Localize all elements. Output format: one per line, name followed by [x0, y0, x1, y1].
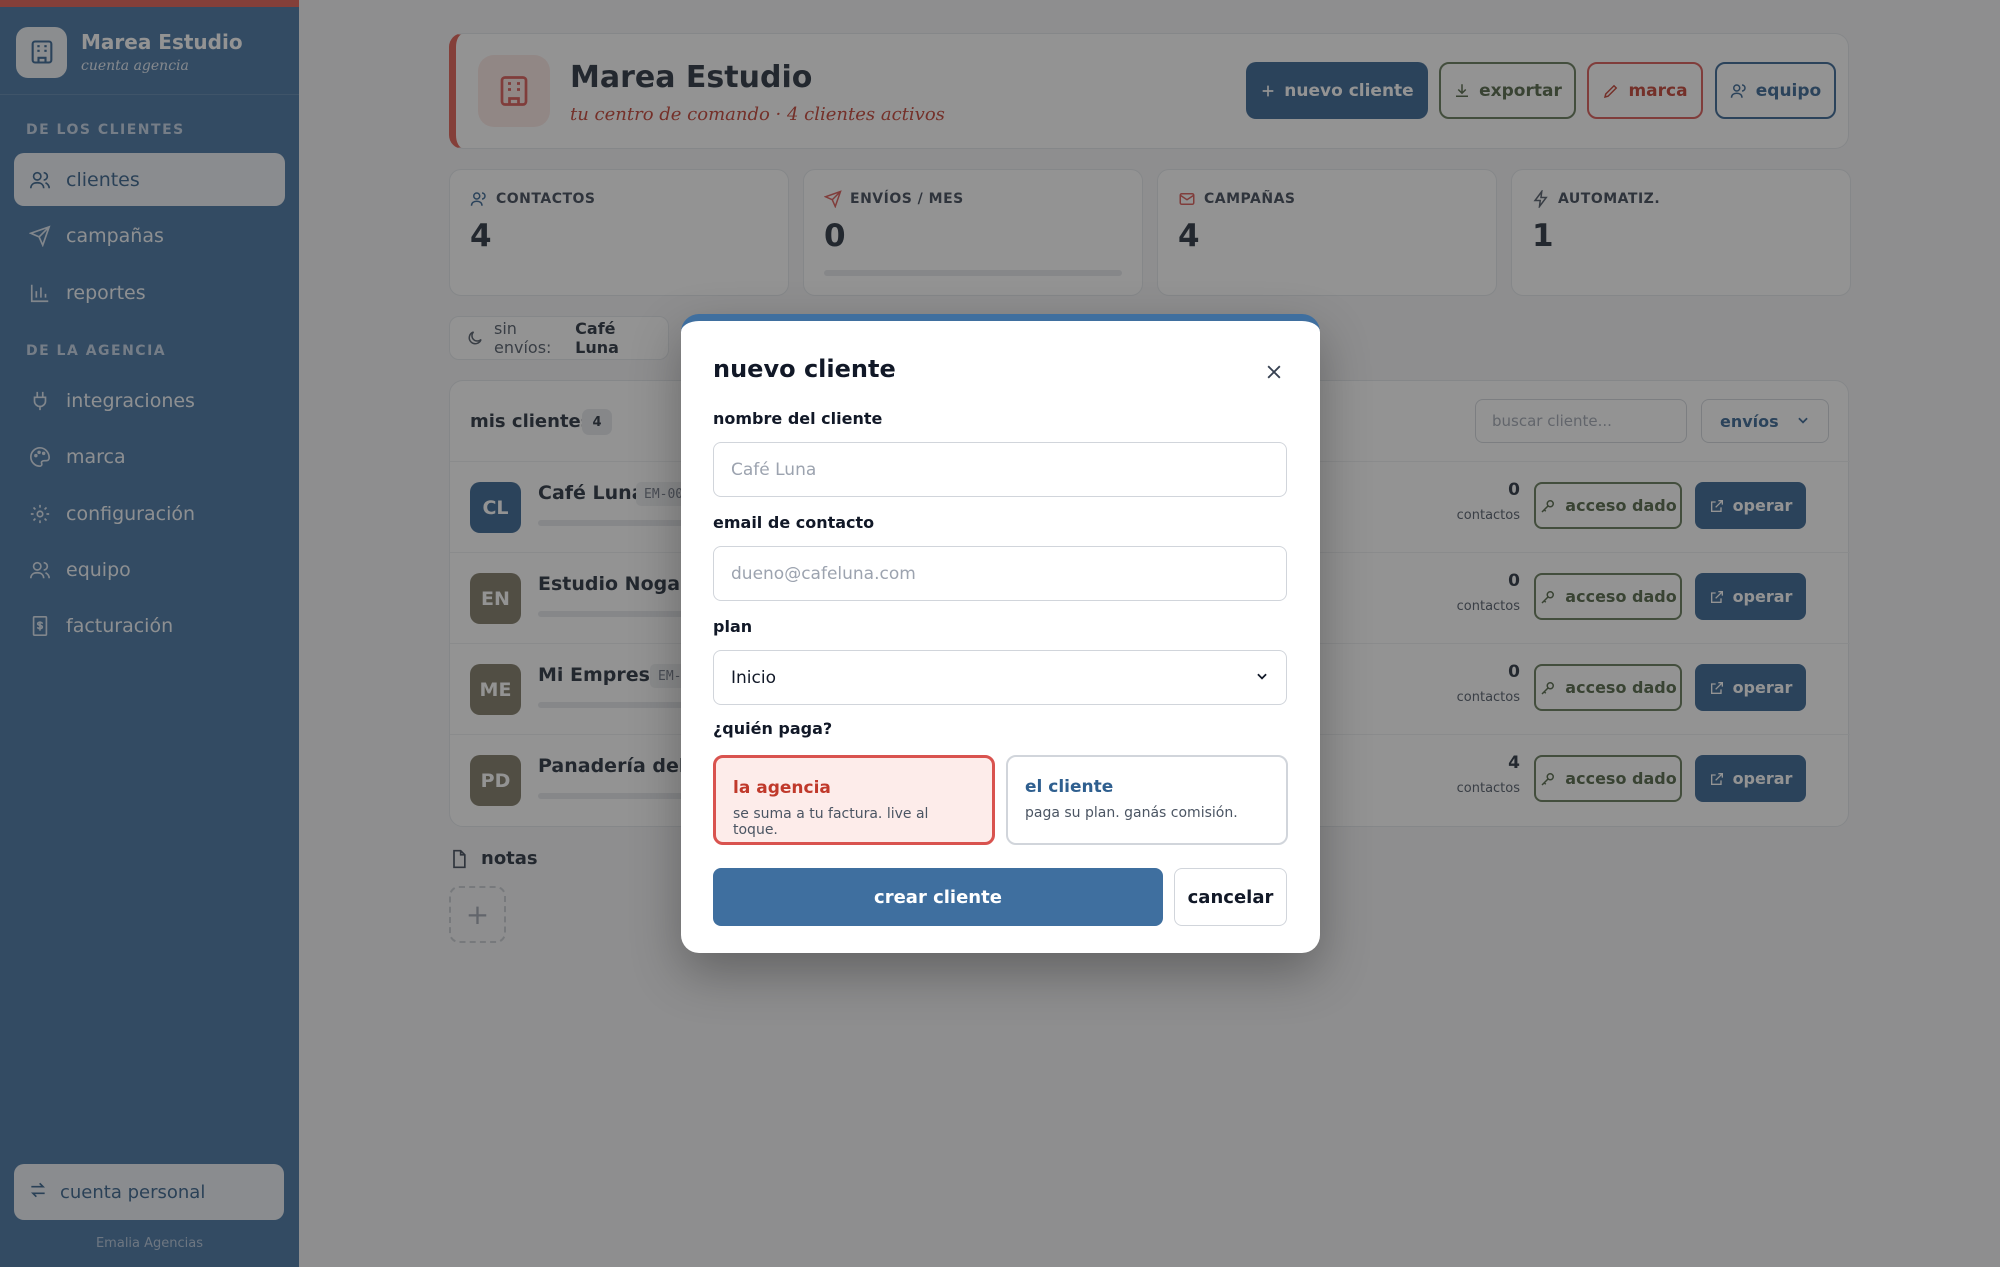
- client-name-field[interactable]: Café Luna: [713, 442, 1287, 497]
- plan-select[interactable]: Inicio: [713, 650, 1287, 705]
- plan-label: plan: [713, 617, 753, 636]
- cancel-button[interactable]: cancelar: [1174, 868, 1287, 926]
- payer-label: ¿quién paga?: [713, 719, 833, 738]
- payer-agency-desc: se suma a tu factura. live al toque.: [733, 806, 929, 838]
- plan-value: Inicio: [731, 667, 776, 688]
- new-client-dialog: nuevo cliente nombre del cliente Café Lu…: [681, 314, 1320, 953]
- email-field[interactable]: dueno@cafeluna.com: [713, 546, 1287, 601]
- email-label: email de contacto: [713, 513, 875, 532]
- dialog-title: nuevo cliente: [713, 355, 896, 383]
- chevron-down-icon: [1255, 668, 1269, 688]
- close-icon[interactable]: [1261, 359, 1287, 385]
- payer-agency-title: la agencia: [733, 778, 831, 798]
- payer-option-client[interactable]: el cliente paga su plan. ganás comisión.: [1006, 755, 1288, 845]
- payer-client-desc: paga su plan. ganás comisión.: [1025, 805, 1238, 821]
- client-name-label: nombre del cliente: [713, 409, 883, 428]
- payer-client-title: el cliente: [1025, 777, 1114, 797]
- payer-option-agency[interactable]: la agencia se suma a tu factura. live al…: [713, 755, 995, 845]
- create-client-button[interactable]: crear cliente: [713, 868, 1163, 926]
